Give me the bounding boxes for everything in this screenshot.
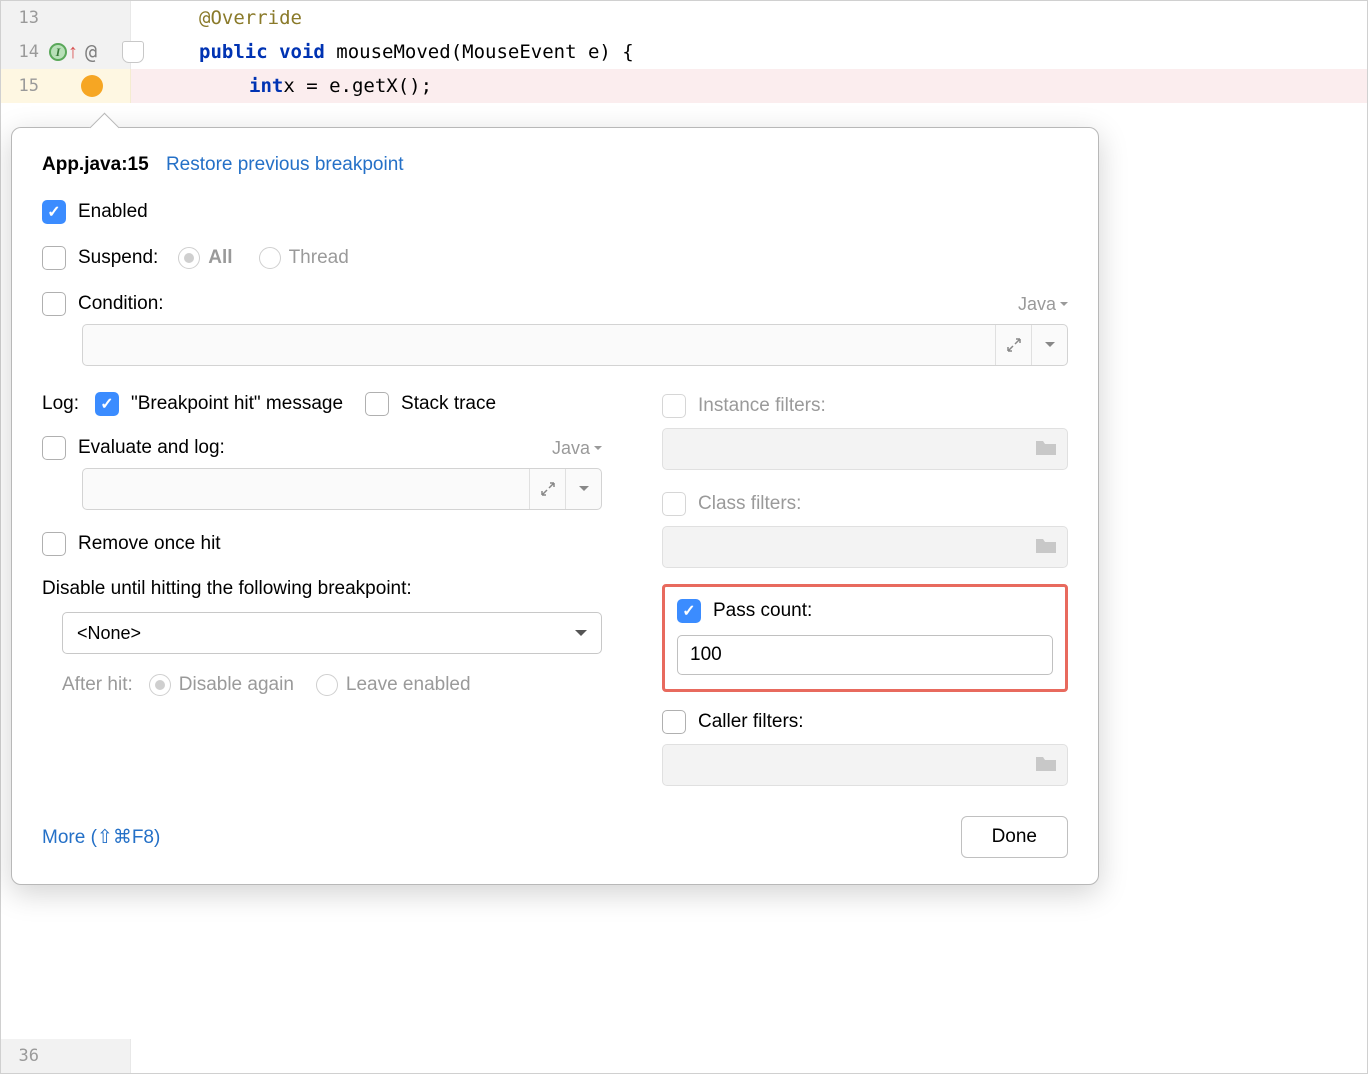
remove-once-hit-checkbox[interactable] xyxy=(42,532,66,556)
implement-method-icon[interactable]: I xyxy=(49,43,67,61)
log-label: Log: xyxy=(42,393,79,415)
pass-count-input[interactable] xyxy=(677,635,1053,675)
caller-filters-label: Caller filters: xyxy=(698,711,804,733)
condition-input-shell xyxy=(82,324,1068,366)
enabled-row: Enabled xyxy=(42,200,1068,224)
condition-language-dropdown[interactable]: Java xyxy=(1018,294,1068,315)
suspend-thread-label: Thread xyxy=(289,247,349,269)
suspend-all-radio[interactable] xyxy=(178,247,200,269)
override-up-arrow-icon[interactable]: ↑ xyxy=(68,41,78,64)
instance-filters-label: Instance filters: xyxy=(698,395,826,417)
caller-filters-input[interactable] xyxy=(662,744,1068,786)
enabled-label: Enabled xyxy=(78,201,148,223)
folder-icon[interactable] xyxy=(1035,754,1057,777)
code-line-13: 13 @Override xyxy=(1,1,1367,35)
caller-filters-row: Caller filters: xyxy=(662,710,1068,734)
log-stack-trace-checkbox[interactable] xyxy=(365,392,389,416)
right-column: Instance filters: Class filters: Pass xyxy=(662,392,1068,786)
condition-label: Condition: xyxy=(78,293,164,315)
more-link[interactable]: More (⇧⌘F8) xyxy=(42,826,160,849)
class-filters-input[interactable] xyxy=(662,526,1068,568)
evaluate-language-dropdown[interactable]: Java xyxy=(552,438,602,459)
breakpoint-settings-popup: App.java:15 Restore previous breakpoint … xyxy=(11,127,1099,885)
condition-header: Condition: Java xyxy=(42,292,1068,316)
suspend-all-label: All xyxy=(208,247,232,269)
history-dropdown-icon[interactable] xyxy=(565,469,601,509)
log-breakpoint-hit-checkbox[interactable] xyxy=(95,392,119,416)
line-number: 15 xyxy=(1,76,45,96)
disable-until-select[interactable]: <None> xyxy=(62,612,602,654)
line-number: 14 xyxy=(1,42,45,62)
line-number: 13 xyxy=(1,8,45,28)
suspend-label: Suspend: xyxy=(78,247,158,269)
popup-title-row: App.java:15 Restore previous breakpoint xyxy=(42,154,1068,176)
line-number: 36 xyxy=(1,1046,45,1066)
remove-once-row: Remove once hit xyxy=(42,532,602,556)
class-filters-label: Class filters: xyxy=(698,493,801,515)
gutter[interactable]: 13 xyxy=(1,1,131,35)
popup-footer: More (⇧⌘F8) Done xyxy=(42,816,1068,858)
after-hit-label: After hit: xyxy=(62,674,133,696)
annotation-icon[interactable]: @ xyxy=(85,40,97,64)
left-column: Log: "Breakpoint hit" message Stack trac… xyxy=(42,392,602,786)
evaluate-and-log-checkbox[interactable] xyxy=(42,436,66,460)
caller-filters-checkbox[interactable] xyxy=(662,710,686,734)
log-bp-hit-label: "Breakpoint hit" message xyxy=(131,393,343,415)
log-row: Log: "Breakpoint hit" message Stack trac… xyxy=(42,392,602,416)
condition-input[interactable] xyxy=(83,325,995,365)
evaluate-header: Evaluate and log: Java xyxy=(42,436,602,460)
pass-count-row: Pass count: xyxy=(677,599,1053,623)
condition-checkbox[interactable] xyxy=(42,292,66,316)
pass-count-highlight: Pass count: xyxy=(662,584,1068,692)
code-text[interactable]: public void mouseMoved(MouseEvent e) { xyxy=(131,41,1367,63)
disable-until-value: <None> xyxy=(77,623,141,644)
code-editor: 13 @Override 14 I ↑ @ public void mouseM… xyxy=(1,1,1367,103)
breakpoint-icon[interactable] xyxy=(81,75,103,97)
code-text[interactable]: @Override xyxy=(131,7,1367,29)
done-button[interactable]: Done xyxy=(961,816,1068,858)
evaluate-label: Evaluate and log: xyxy=(78,437,225,459)
restore-previous-breakpoint-link[interactable]: Restore previous breakpoint xyxy=(166,154,404,175)
code-text[interactable]: int x = e.getX(); xyxy=(131,69,1367,103)
folder-icon[interactable] xyxy=(1035,536,1057,559)
class-filters-row: Class filters: xyxy=(662,492,1068,516)
breakpoint-location: App.java:15 xyxy=(42,154,149,175)
gutter[interactable]: 36 xyxy=(1,1039,131,1073)
remove-once-label: Remove once hit xyxy=(78,533,221,555)
pass-count-label: Pass count: xyxy=(713,600,812,622)
after-leave-label: Leave enabled xyxy=(346,674,471,696)
history-dropdown-icon[interactable] xyxy=(1031,325,1067,365)
suspend-checkbox[interactable] xyxy=(42,246,66,270)
disable-until-label: Disable until hitting the following brea… xyxy=(42,578,602,600)
suspend-thread-radio[interactable] xyxy=(259,247,281,269)
evaluate-input[interactable] xyxy=(83,469,529,509)
code-line-14: 14 I ↑ @ public void mouseMoved(MouseEve… xyxy=(1,35,1367,69)
shield-gutter-icon[interactable] xyxy=(122,41,144,63)
expand-icon[interactable] xyxy=(529,469,565,509)
after-hit-row: After hit: Disable again Leave enabled xyxy=(62,674,602,696)
folder-icon[interactable] xyxy=(1035,438,1057,461)
log-stack-label: Stack trace xyxy=(401,393,496,415)
after-hit-disable-again-radio[interactable] xyxy=(149,674,171,696)
instance-filters-input[interactable] xyxy=(662,428,1068,470)
instance-filters-row: Instance filters: xyxy=(662,394,1068,418)
gutter[interactable]: 15 xyxy=(1,69,131,103)
expand-icon[interactable] xyxy=(995,325,1031,365)
code-line-15: 15 int x = e.getX(); xyxy=(1,69,1367,103)
suspend-row: Suspend: All Thread xyxy=(42,246,1068,270)
gutter[interactable]: 14 I ↑ @ xyxy=(1,35,131,69)
after-hit-leave-enabled-radio[interactable] xyxy=(316,674,338,696)
two-column-area: Log: "Breakpoint hit" message Stack trac… xyxy=(42,392,1068,786)
pass-count-checkbox[interactable] xyxy=(677,599,701,623)
class-filters-checkbox[interactable] xyxy=(662,492,686,516)
after-disable-label: Disable again xyxy=(179,674,294,696)
evaluate-input-shell xyxy=(82,468,602,510)
enabled-checkbox[interactable] xyxy=(42,200,66,224)
instance-filters-checkbox[interactable] xyxy=(662,394,686,418)
